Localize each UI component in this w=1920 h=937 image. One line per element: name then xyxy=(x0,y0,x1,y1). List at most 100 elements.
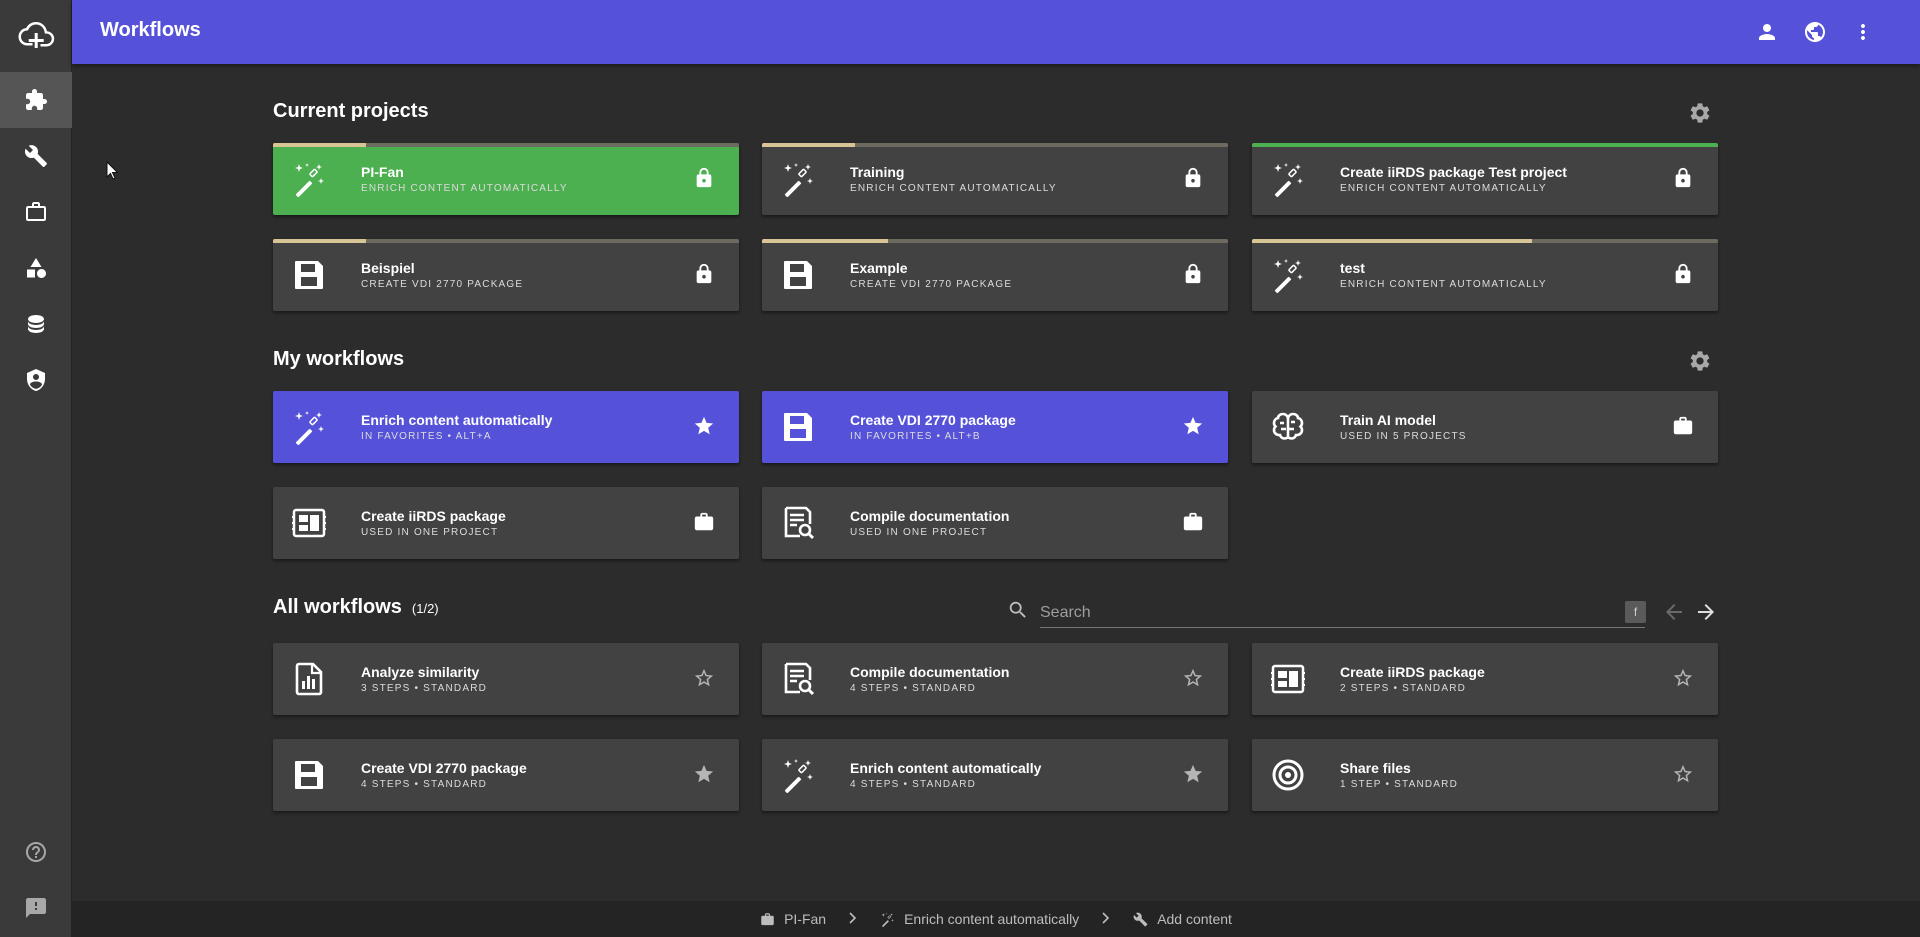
sidebar-item-feedback[interactable] xyxy=(0,880,72,936)
card-subtitle: 3 steps • Standard xyxy=(361,683,488,694)
my-workflows-heading: My workflows xyxy=(273,348,405,370)
search-icon xyxy=(1009,601,1026,618)
my-workflow-card[interactable]: Compile documentation Used in one project xyxy=(762,487,1228,559)
breadcrumb-item[interactable]: PI-Fan xyxy=(760,911,826,927)
card-subtitle: Create VDI 2770 package xyxy=(850,279,1013,290)
help-icon xyxy=(26,842,46,862)
card-title: PI-Fan xyxy=(361,164,404,180)
my-workflow-card[interactable]: Train AI model Used in 5 projects xyxy=(1252,391,1718,463)
magic-wand-icon xyxy=(880,912,904,927)
briefcase-icon[interactable] xyxy=(1672,415,1696,439)
magic-wand-icon xyxy=(780,161,816,198)
star-filled-icon[interactable] xyxy=(1182,763,1206,787)
package-icon xyxy=(1270,661,1306,697)
all-workflows-title: All workflows xyxy=(273,596,402,618)
star-outline-icon[interactable] xyxy=(1672,667,1696,691)
card-subtitle: Enrich content automatically xyxy=(1340,279,1547,290)
sidebar-item-workflows[interactable] xyxy=(0,72,72,128)
sidebar-item-projects[interactable] xyxy=(0,184,72,240)
project-card[interactable]: PI-Fan Enrich content automatically xyxy=(273,143,739,215)
workflow-card[interactable]: Analyze similarity 3 steps • Standard xyxy=(273,643,739,715)
star-filled-icon[interactable] xyxy=(1182,415,1206,439)
card-subtitle: Enrich content automatically xyxy=(361,183,568,194)
sidebar-item-admin[interactable] xyxy=(0,352,72,408)
magic-wand-icon xyxy=(780,757,816,794)
star-outline-icon[interactable] xyxy=(1672,763,1696,787)
document-search-icon xyxy=(780,505,816,541)
card-title: Share files xyxy=(1340,760,1411,776)
breadcrumb-item[interactable]: Add content xyxy=(1133,911,1232,927)
card-title: Analyze similarity xyxy=(361,664,480,680)
project-card[interactable]: Beispiel Create VDI 2770 package xyxy=(273,239,739,311)
my-workflow-card[interactable]: Create VDI 2770 package In favorites • Al… xyxy=(762,391,1228,463)
sidebar-item-help[interactable] xyxy=(0,824,72,880)
workflow-card[interactable]: Enrich content automatically 4 steps • St… xyxy=(762,739,1228,811)
lock-icon[interactable] xyxy=(693,167,717,191)
lock-icon[interactable] xyxy=(1182,263,1206,287)
prev-page-arrow-icon[interactable] xyxy=(1662,600,1686,624)
status-footer: PI-Fan Enrich content automatically Add co… xyxy=(72,901,1920,937)
sidebar-item-tools[interactable] xyxy=(0,128,72,184)
my-workflow-card[interactable]: Create iiRDS package Used in one project xyxy=(273,487,739,559)
star-filled-icon[interactable] xyxy=(693,415,717,439)
lock-icon[interactable] xyxy=(1672,263,1696,287)
project-card[interactable]: Create iiRDS package Test project Enrich … xyxy=(1252,143,1718,215)
breadcrumb: PI-Fan Enrich content automatically Add co… xyxy=(72,901,1920,937)
progress-fill xyxy=(1252,239,1532,243)
card-subtitle: 4 steps • Standard xyxy=(850,779,977,790)
card-title: Beispiel xyxy=(361,260,415,276)
database-icon xyxy=(28,315,44,333)
project-card[interactable]: test Enrich content automatically xyxy=(1252,239,1718,311)
workflow-card[interactable]: Compile documentation 4 steps • Standard xyxy=(762,643,1228,715)
lock-icon[interactable] xyxy=(693,263,717,287)
star-outline-icon[interactable] xyxy=(693,667,717,691)
search-input[interactable] xyxy=(1040,598,1645,628)
my-workflow-card[interactable]: Enrich content automatically In favorites… xyxy=(273,391,739,463)
workflow-card[interactable]: Share files 1 step • Standard xyxy=(1252,739,1718,811)
lock-icon[interactable] xyxy=(1182,167,1206,191)
sidebar-item-data[interactable] xyxy=(0,296,72,352)
card-title: Enrich content automatically xyxy=(850,760,1042,776)
more-vert-icon[interactable] xyxy=(1851,20,1875,44)
shield-icon xyxy=(27,369,45,391)
target-icon xyxy=(1270,757,1306,793)
sidebar-item-resources[interactable] xyxy=(0,240,72,296)
project-card[interactable]: Training Enrich content automatically xyxy=(762,143,1228,215)
app-logo-cloud-icon[interactable] xyxy=(0,0,72,70)
star-filled-icon[interactable] xyxy=(693,763,717,787)
project-card[interactable]: Example Create VDI 2770 package xyxy=(762,239,1228,311)
workflow-card[interactable]: Create iiRDS package 2 steps • Standard xyxy=(1252,643,1718,715)
card-title: Enrich content automatically xyxy=(361,412,553,428)
progress-bar xyxy=(762,239,1228,243)
account-icon[interactable] xyxy=(1755,20,1779,44)
progress-fill xyxy=(273,239,367,243)
package-icon xyxy=(291,505,327,541)
breadcrumb-label: Add content xyxy=(1157,911,1232,927)
my-workflows-settings-gear-icon[interactable] xyxy=(1688,349,1712,373)
next-page-arrow-icon[interactable] xyxy=(1694,600,1718,624)
briefcase-icon[interactable] xyxy=(1182,511,1206,535)
star-outline-icon[interactable] xyxy=(1182,667,1206,691)
card-subtitle: Enrich content automatically xyxy=(1340,183,1547,194)
card-subtitle: 4 steps • Standard xyxy=(361,779,488,790)
sidebar xyxy=(0,0,72,937)
mouse-cursor-icon xyxy=(106,161,119,180)
card-subtitle: 4 steps • Standard xyxy=(850,683,977,694)
card-subtitle: Create VDI 2770 package xyxy=(361,279,524,290)
card-title: Create iiRDS package xyxy=(361,508,506,524)
breadcrumb-item[interactable]: Enrich content automatically xyxy=(880,911,1079,927)
wrench-icon xyxy=(1133,912,1157,927)
card-subtitle: 1 step • Standard xyxy=(1340,779,1458,790)
progress-bar xyxy=(762,143,1228,147)
wrench-icon xyxy=(24,145,47,167)
save-icon xyxy=(780,257,816,293)
magic-wand-icon xyxy=(1270,161,1306,198)
briefcase-icon[interactable] xyxy=(693,511,717,535)
lock-icon[interactable] xyxy=(1672,167,1696,191)
current-projects-settings-gear-icon[interactable] xyxy=(1688,101,1712,125)
workflow-card[interactable]: Create VDI 2770 package 4 steps • Standar… xyxy=(273,739,739,811)
card-title: Train AI model xyxy=(1340,412,1436,428)
globe-icon[interactable] xyxy=(1803,20,1827,44)
chart-file-icon xyxy=(291,661,327,697)
card-title: Create iiRDS package xyxy=(1340,664,1485,680)
